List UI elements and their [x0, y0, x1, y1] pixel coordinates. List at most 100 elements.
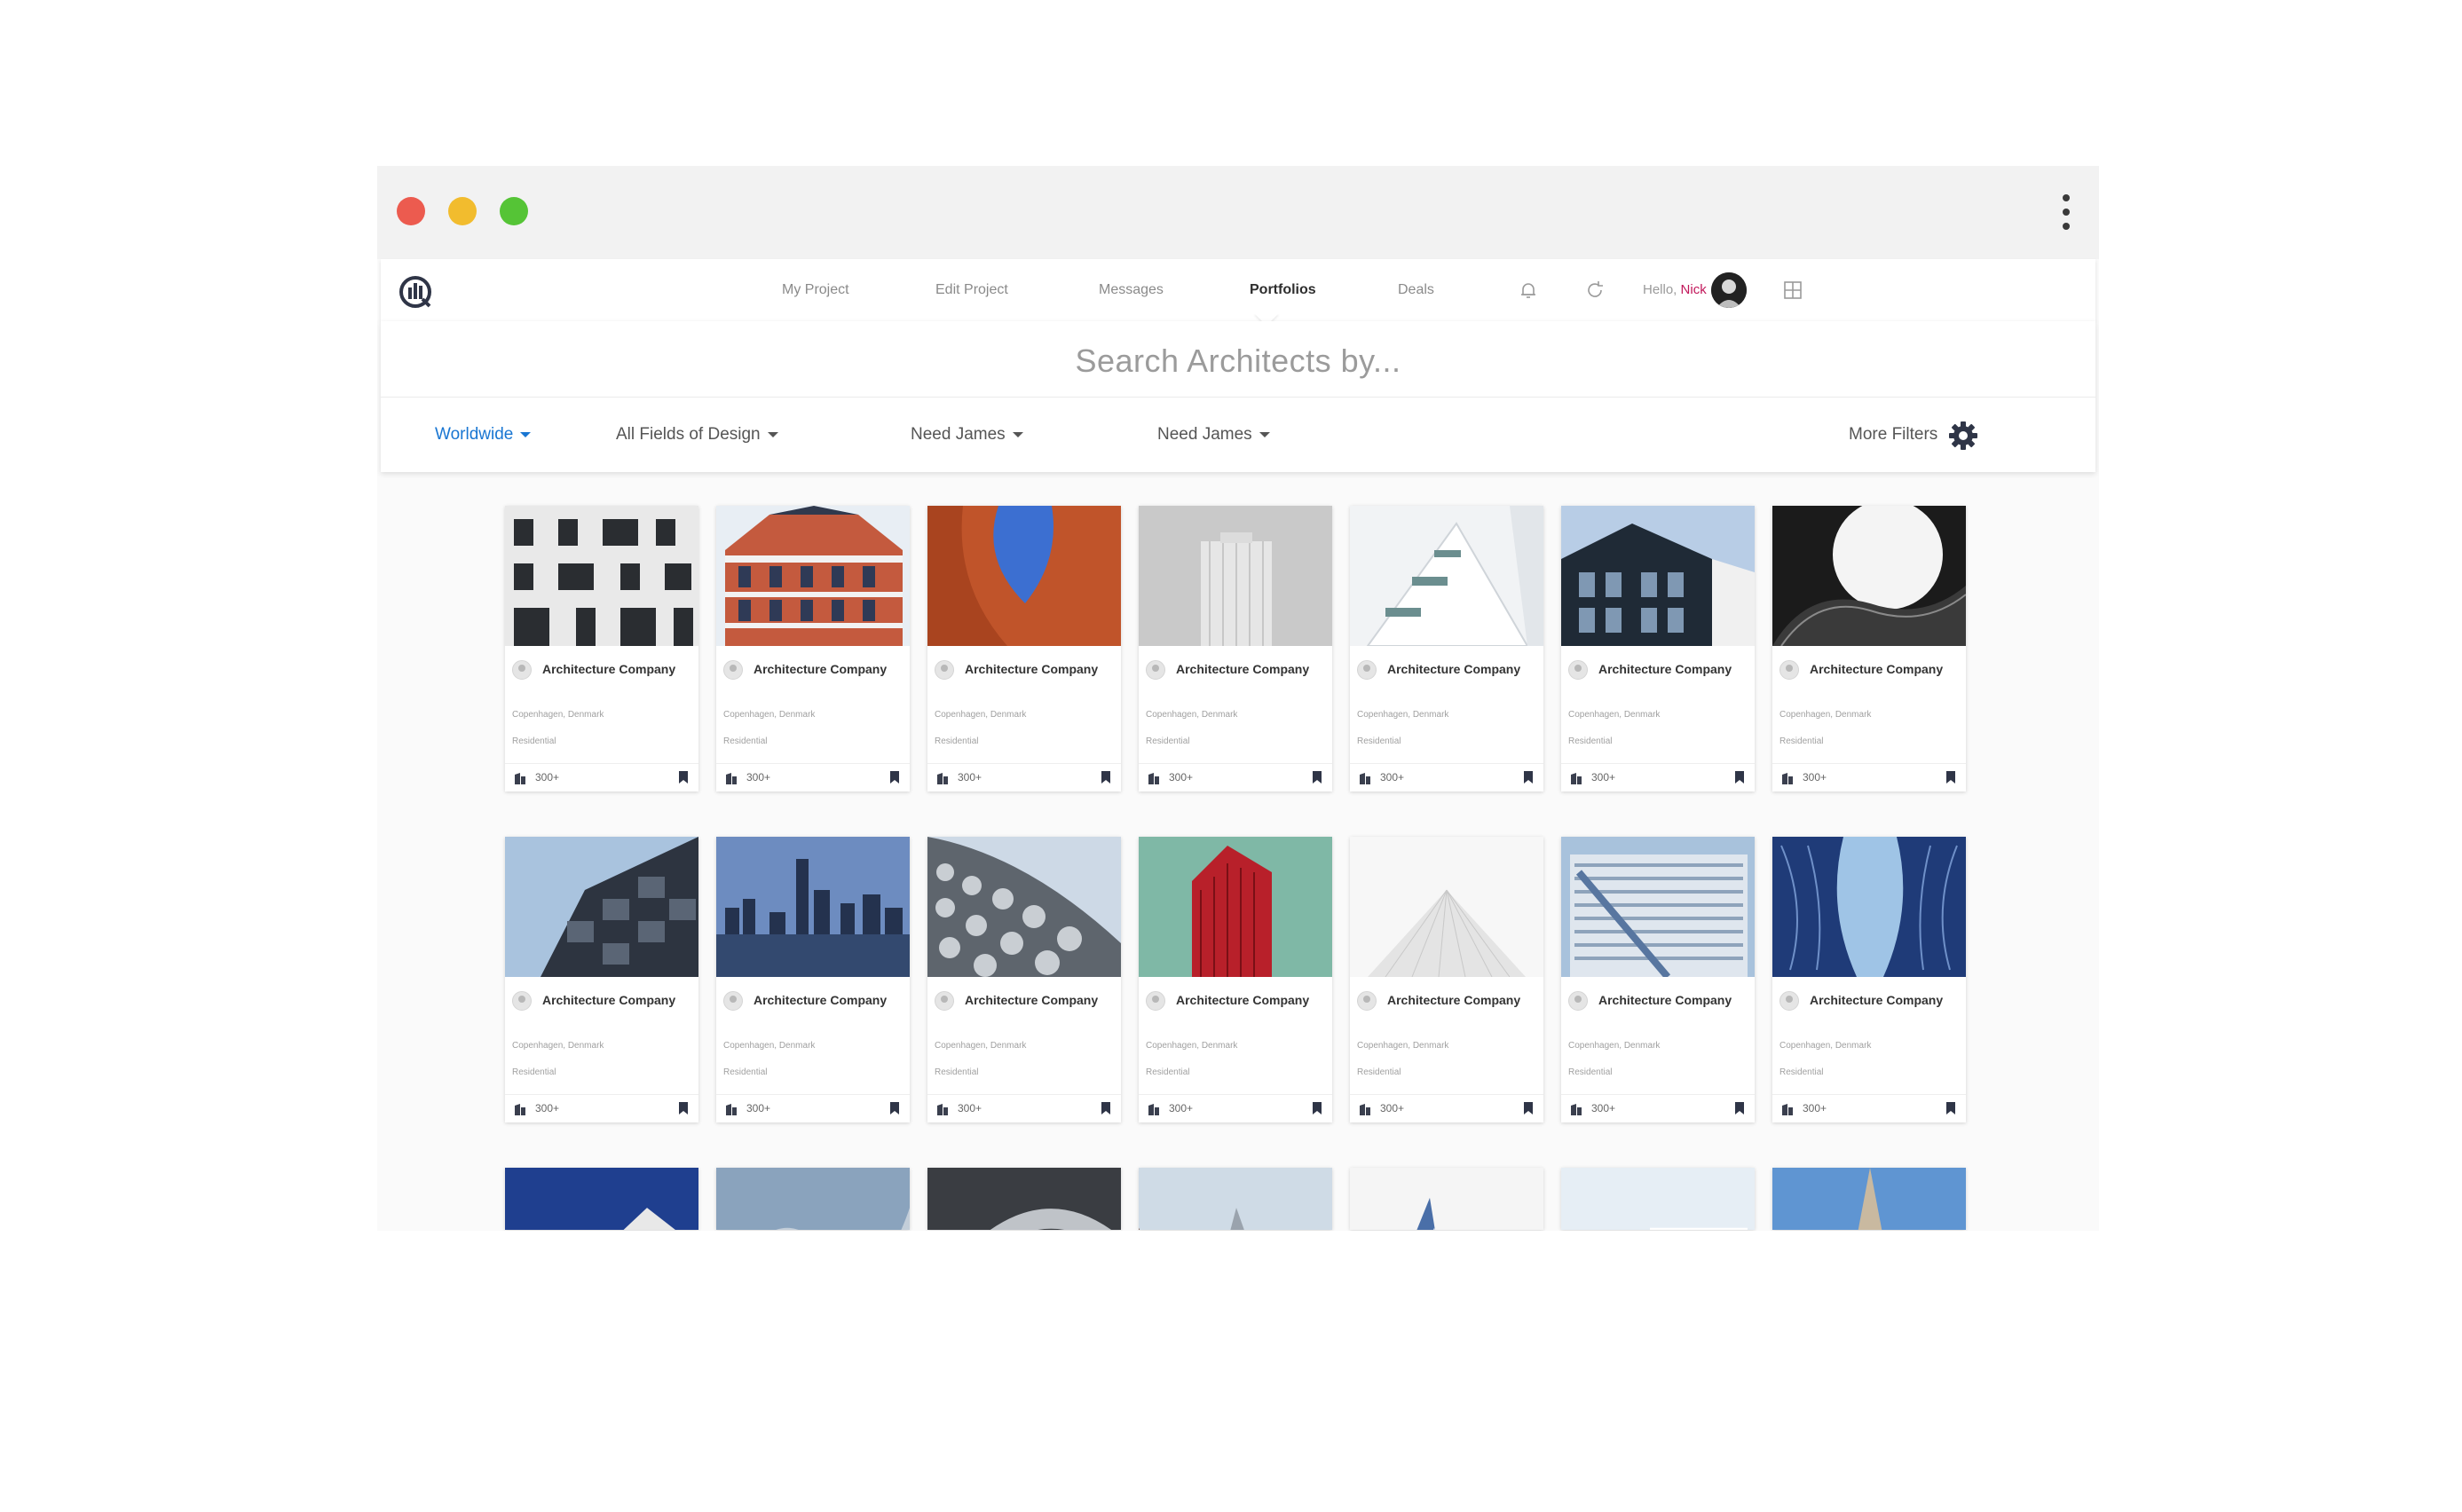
bookmark-icon[interactable] — [890, 771, 899, 784]
company-name[interactable]: Architecture Company — [1176, 662, 1309, 676]
company-name[interactable]: Architecture Company — [754, 993, 887, 1007]
search-heading[interactable]: Search Architects by... — [381, 321, 2095, 397]
portfolio-card-partial[interactable] — [1350, 1168, 1543, 1230]
portfolio-card-partial[interactable] — [927, 1168, 1121, 1230]
project-image — [927, 837, 1121, 977]
bookmark-icon[interactable] — [1735, 1102, 1744, 1114]
more-filters-button[interactable]: More Filters — [1849, 397, 1937, 472]
portfolio-card[interactable]: Architecture Company Copenhagen, Denmark… — [505, 506, 698, 791]
nav-messages[interactable]: Messages — [1099, 259, 1164, 321]
bookmark-icon[interactable] — [1735, 771, 1744, 784]
project-type: Residential — [1146, 1067, 1190, 1077]
portfolio-card[interactable]: Architecture Company Copenhagen, Denmark… — [927, 506, 1121, 791]
bell-icon[interactable] — [1518, 280, 1539, 301]
project-count: 300+ — [1169, 771, 1194, 784]
company-name[interactable]: Architecture Company — [965, 993, 1098, 1007]
need-filter-label-1: Need James — [911, 425, 1006, 444]
field-filter-dropdown[interactable]: All Fields of Design — [616, 397, 778, 472]
kebab-menu-icon[interactable] — [2061, 194, 2071, 230]
portfolio-card-partial[interactable] — [1772, 1168, 1966, 1230]
portfolio-card[interactable]: Architecture Company Copenhagen, Denmark… — [1772, 506, 1966, 791]
nav-portfolios[interactable]: Portfolios — [1250, 259, 1316, 321]
company-name[interactable]: Architecture Company — [1598, 662, 1732, 676]
bookmark-icon[interactable] — [890, 1102, 899, 1114]
project-image — [1139, 1168, 1332, 1230]
bookmark-icon[interactable] — [679, 771, 688, 784]
project-type: Residential — [1357, 1067, 1401, 1077]
building-icon — [1148, 1104, 1159, 1115]
location-filter-dropdown[interactable]: Worldwide — [435, 397, 532, 472]
portfolio-card-partial[interactable] — [505, 1168, 698, 1230]
project-count: 300+ — [1380, 1102, 1405, 1114]
portfolio-card-partial[interactable] — [1139, 1168, 1332, 1230]
company-avatar — [1779, 660, 1799, 680]
company-avatar — [723, 660, 743, 680]
company-name[interactable]: Architecture Company — [965, 662, 1098, 676]
company-location: Copenhagen, Denmark — [1357, 710, 1449, 720]
portfolio-card-partial[interactable] — [1561, 1168, 1755, 1230]
portfolio-card[interactable]: Architecture Company Copenhagen, Denmark… — [1772, 837, 1966, 1122]
company-location: Copenhagen, Denmark — [935, 710, 1027, 720]
portfolio-card[interactable]: Architecture Company Copenhagen, Denmark… — [716, 837, 910, 1122]
project-type: Residential — [935, 1067, 979, 1077]
project-image — [716, 837, 910, 977]
project-count: 300+ — [1169, 1102, 1194, 1114]
portfolio-card-partial[interactable] — [716, 1168, 910, 1230]
portfolio-card[interactable]: Architecture Company Copenhagen, Denmark… — [927, 837, 1121, 1122]
user-name[interactable]: Nick — [1681, 282, 1707, 297]
bookmark-icon[interactable] — [1524, 1102, 1533, 1114]
company-avatar — [512, 660, 532, 680]
project-image — [1350, 837, 1543, 977]
company-name[interactable]: Architecture Company — [542, 993, 675, 1007]
portfolio-card[interactable]: Architecture Company Copenhagen, Denmark… — [716, 506, 910, 791]
need-filter-dropdown-1[interactable]: Need James — [911, 397, 1023, 472]
portfolio-card[interactable]: Architecture Company Copenhagen, Denmark… — [1139, 837, 1332, 1122]
card-footer: 300+ — [1772, 1094, 1966, 1122]
company-name[interactable]: Architecture Company — [1598, 993, 1732, 1007]
bookmark-icon[interactable] — [1313, 1102, 1322, 1114]
company-name[interactable]: Architecture Company — [1810, 662, 1943, 676]
company-name[interactable]: Architecture Company — [1387, 662, 1520, 676]
company-name[interactable]: Architecture Company — [1810, 993, 1943, 1007]
card-footer: 300+ — [1350, 763, 1543, 791]
company-name[interactable]: Architecture Company — [754, 662, 887, 676]
bookmark-icon[interactable] — [1946, 771, 1955, 784]
project-image — [716, 1168, 910, 1230]
company-avatar — [1146, 660, 1165, 680]
bookmark-icon[interactable] — [1101, 1102, 1110, 1114]
nav-my-project[interactable]: My Project — [782, 259, 849, 321]
project-count: 300+ — [1591, 771, 1616, 784]
grid-icon[interactable] — [1782, 280, 1803, 301]
nav-deals[interactable]: Deals — [1398, 259, 1434, 321]
portfolio-card[interactable]: Architecture Company Copenhagen, Denmark… — [1561, 506, 1755, 791]
company-avatar — [1357, 991, 1377, 1011]
location-filter-label: Worldwide — [435, 425, 514, 444]
company-name[interactable]: Architecture Company — [1387, 993, 1520, 1007]
avatar[interactable] — [1711, 272, 1747, 308]
bookmark-icon[interactable] — [1101, 771, 1110, 784]
close-window-button[interactable] — [397, 197, 425, 225]
portfolio-card[interactable]: Architecture Company Copenhagen, Denmark… — [1139, 506, 1332, 791]
bookmark-icon[interactable] — [1946, 1102, 1955, 1114]
maximize-window-button[interactable] — [500, 197, 528, 225]
company-name[interactable]: Architecture Company — [542, 662, 675, 676]
bookmark-icon[interactable] — [679, 1102, 688, 1114]
portfolio-card[interactable]: Architecture Company Copenhagen, Denmark… — [1350, 506, 1543, 791]
app-logo-icon[interactable] — [398, 275, 432, 309]
need-filter-label-2: Need James — [1157, 425, 1252, 444]
project-count: 300+ — [958, 1102, 982, 1114]
bookmark-icon[interactable] — [1313, 771, 1322, 784]
nav-edit-project[interactable]: Edit Project — [935, 259, 1008, 321]
company-location: Copenhagen, Denmark — [1146, 710, 1238, 720]
project-count: 300+ — [1803, 771, 1827, 784]
gear-icon[interactable] — [1948, 421, 1978, 451]
portfolio-card[interactable]: Architecture Company Copenhagen, Denmark… — [505, 837, 698, 1122]
minimize-window-button[interactable] — [448, 197, 477, 225]
refresh-icon[interactable] — [1584, 280, 1606, 301]
need-filter-dropdown-2[interactable]: Need James — [1157, 397, 1270, 472]
company-name[interactable]: Architecture Company — [1176, 993, 1309, 1007]
portfolio-card[interactable]: Architecture Company Copenhagen, Denmark… — [1350, 837, 1543, 1122]
project-type: Residential — [512, 736, 556, 746]
portfolio-card[interactable]: Architecture Company Copenhagen, Denmark… — [1561, 837, 1755, 1122]
bookmark-icon[interactable] — [1524, 771, 1533, 784]
